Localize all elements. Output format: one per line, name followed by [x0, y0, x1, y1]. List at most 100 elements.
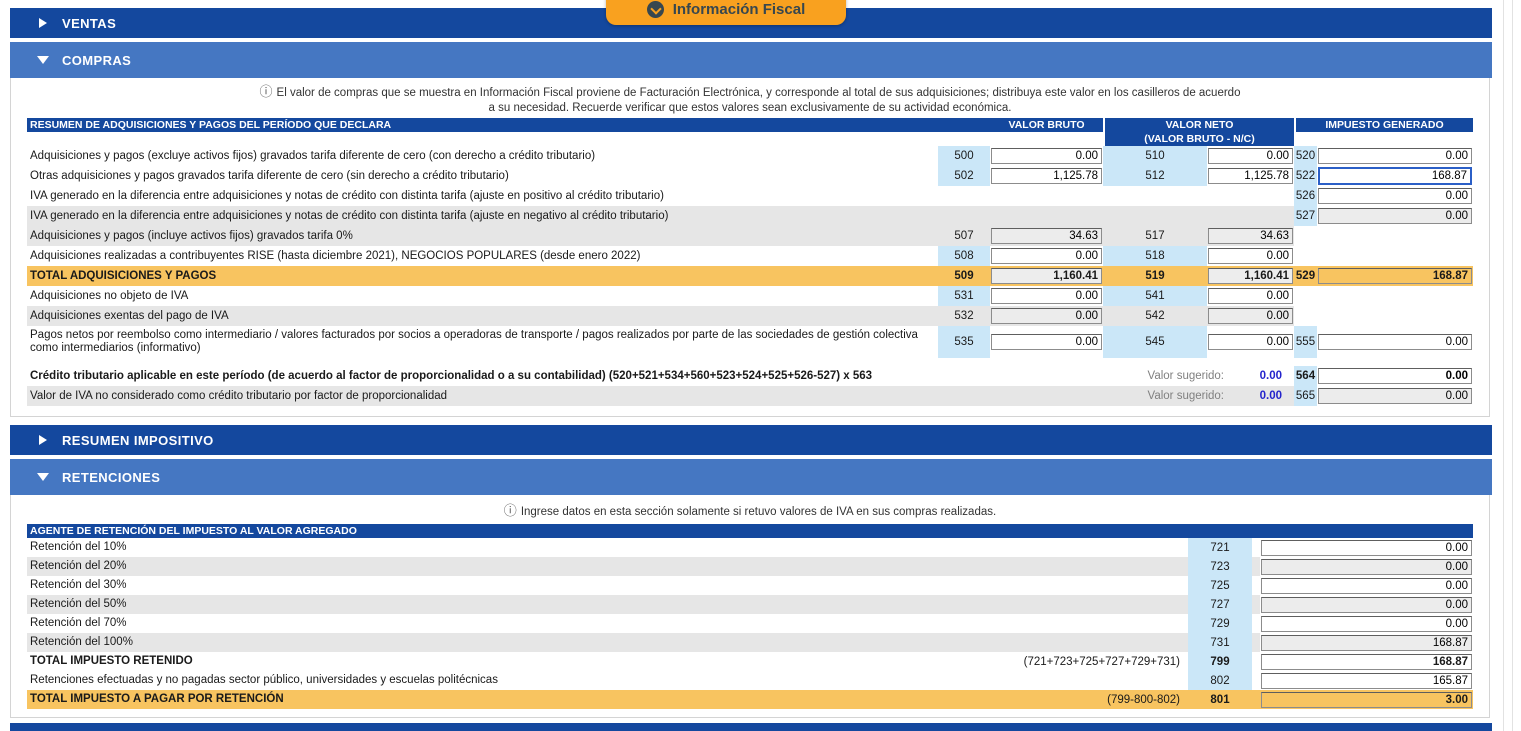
header-resumen: RESUMEN DE ADQUISICIONES Y PAGOS DEL PER… [27, 118, 1103, 132]
field-517-input [1208, 228, 1293, 244]
row-label-total: TOTAL ADQUISICIONES Y PAGOS [27, 266, 938, 286]
row-label: Retención del 70% [27, 614, 978, 633]
informacion-fiscal-label: Información Fiscal [673, 1, 806, 18]
field-721-input[interactable] [1261, 540, 1472, 556]
field-727-input [1261, 597, 1472, 613]
row-label: Adquisiciones realizadas a contribuyente… [27, 246, 938, 266]
field-500-input[interactable] [991, 148, 1102, 164]
header-valor-bruto: VALOR BRUTO [990, 118, 1103, 132]
tax-declaration-page: Información Fiscal VENTAS COMPRAS ⓘ El va… [0, 0, 1521, 731]
row-label: Retención del 100% [27, 633, 978, 652]
field-564-input[interactable] [1318, 368, 1472, 384]
table-row-531: Adquisiciones no objeto de IVA 531 541 [27, 286, 1473, 306]
field-code: 542 [1103, 306, 1207, 326]
compras-info-line2: a su necesidad. Recuerde verificar que e… [489, 102, 1012, 114]
table-row-507: Adquisiciones y pagos (incluye activos f… [27, 226, 1473, 246]
field-729-input[interactable] [1261, 616, 1472, 632]
field-529-value: 168.87 [1318, 268, 1472, 284]
field-code: 723 [1188, 557, 1252, 576]
row-label: Otras adquisiciones y pagos gravados tar… [27, 166, 938, 186]
field-code: 512 [1103, 166, 1207, 186]
field-725-input[interactable] [1261, 578, 1472, 594]
table-row-502: Otras adquisiciones y pagos gravados tar… [27, 166, 1473, 186]
field-code: 564 [1294, 366, 1317, 386]
compras-panel: ⓘ El valor de compras que se muestra en I… [10, 78, 1490, 417]
field-code: 729 [1188, 614, 1252, 633]
field-code: 527 [1294, 206, 1317, 226]
field-522-input-focused[interactable] [1318, 167, 1472, 185]
field-code: 526 [1294, 186, 1317, 206]
field-731-input [1261, 635, 1472, 651]
table-row-527: IVA generado en la diferencia entre adqu… [27, 206, 1473, 226]
section-bar-resumen-impositivo[interactable]: RESUMEN IMPOSITIVO [10, 425, 1492, 455]
field-code: 531 [938, 286, 990, 306]
field-code: 545 [1103, 326, 1207, 358]
row-label: IVA generado en la diferencia entre adqu… [27, 186, 938, 206]
field-code: 727 [1188, 595, 1252, 614]
field-802-input[interactable] [1261, 673, 1472, 689]
field-code: 518 [1103, 246, 1207, 266]
suggested-value: 0.00 [1224, 386, 1294, 406]
compras-info-line1: El valor de compras que se muestra en In… [277, 87, 1241, 99]
field-545-input[interactable] [1208, 334, 1293, 350]
field-801-value: 3.00 [1261, 692, 1472, 708]
table-row-total-509: TOTAL ADQUISICIONES Y PAGOS 509 1,160.41… [27, 266, 1473, 286]
retenciones-panel: ⓘIngrese datos en esta sección solamente… [10, 495, 1490, 718]
retention-row-total-801: TOTAL IMPUESTO A PAGAR POR RETENCIÓN (79… [27, 690, 1473, 709]
collapsed-arrow-icon [39, 435, 47, 445]
field-code: 801 [1188, 690, 1252, 709]
row-label: Adquisiciones y pagos (incluye activos f… [27, 226, 938, 246]
retention-row-729: Retención del 70% 729 [27, 614, 1473, 633]
field-502-input[interactable] [991, 168, 1102, 184]
table-row-500: Adquisiciones y pagos (excluye activos f… [27, 146, 1473, 166]
field-542-input [1208, 308, 1293, 324]
field-code: 502 [938, 166, 990, 186]
row-label: Retenciones efectuadas y no pagadas sect… [27, 671, 978, 690]
field-508-input[interactable] [991, 248, 1102, 264]
retention-row-802: Retenciones efectuadas y no pagadas sect… [27, 671, 1473, 690]
field-code: 520 [1294, 146, 1317, 166]
field-code: 510 [1103, 146, 1207, 166]
field-535-input[interactable] [991, 334, 1102, 350]
field-510-input[interactable] [1208, 148, 1293, 164]
field-518-input[interactable] [1208, 248, 1293, 264]
compras-table: RESUMEN DE ADQUISICIONES Y PAGOS DEL PER… [27, 118, 1473, 406]
field-code: 725 [1188, 576, 1252, 595]
field-code: 541 [1103, 286, 1207, 306]
retention-row-799: TOTAL IMPUESTO RETENIDO (721+723+725+727… [27, 652, 1473, 671]
field-code: 517 [1103, 226, 1207, 246]
informacion-fiscal-button[interactable]: Información Fiscal [606, 0, 846, 25]
row-label: Retención del 20% [27, 557, 978, 576]
field-509-value: 1,160.41 [991, 268, 1102, 284]
field-541-input[interactable] [1208, 288, 1293, 304]
field-code: 532 [938, 306, 990, 326]
row-label: Retención del 10% [27, 538, 978, 557]
section-bar-retenciones[interactable]: RETENCIONES [10, 459, 1492, 495]
field-520-input[interactable] [1318, 148, 1472, 164]
field-531-input[interactable] [991, 288, 1102, 304]
field-code: 522 [1294, 166, 1317, 186]
field-723-input [1261, 559, 1472, 575]
section-title-ventas: VENTAS [62, 16, 116, 31]
expanded-arrow-icon [37, 56, 49, 64]
field-526-input[interactable] [1318, 188, 1472, 204]
field-code: 731 [1188, 633, 1252, 652]
row-label-total: TOTAL IMPUESTO RETENIDO [27, 652, 978, 671]
field-519-value: 1,160.41 [1208, 268, 1293, 284]
section-bar-totales[interactable]: TOTALES [10, 723, 1492, 731]
info-icon: ⓘ [260, 84, 273, 99]
field-code: 555 [1294, 326, 1317, 358]
row-label-credit: Valor de IVA no considerado como crédito… [27, 386, 1114, 406]
credit-row-564: Crédito tributario aplicable en este per… [27, 366, 1473, 386]
field-555-input[interactable] [1318, 334, 1472, 350]
field-512-input[interactable] [1208, 168, 1293, 184]
row-formula: (799-800-802) [978, 690, 1188, 709]
compras-info: ⓘ El valor de compras que se muestra en I… [11, 84, 1489, 116]
field-code: 508 [938, 246, 990, 266]
section-bar-compras[interactable]: COMPRAS [10, 42, 1492, 78]
collapsed-arrow-icon [39, 18, 47, 28]
field-532-input [991, 308, 1102, 324]
field-code: 799 [1188, 652, 1252, 671]
row-formula: (721+723+725+727+729+731) [978, 652, 1188, 671]
suggested-value: 0.00 [1224, 366, 1294, 386]
